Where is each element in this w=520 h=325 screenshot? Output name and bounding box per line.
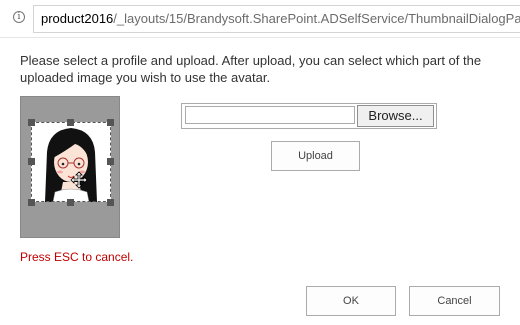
crop-handle-left[interactable] — [28, 158, 35, 165]
crop-handle-bottom-left[interactable] — [28, 199, 35, 206]
address-bar: i product2016/_layouts/15/Brandysoft.Sha… — [0, 0, 520, 38]
file-input[interactable]: Browse... — [181, 103, 437, 129]
upload-button[interactable]: Upload — [271, 141, 360, 171]
crop-handle-top-left[interactable] — [28, 119, 35, 126]
crop-handle-bottom-right[interactable] — [107, 199, 114, 206]
url-host: product2016 — [41, 11, 114, 26]
instructions-text: Please select a profile and upload. Afte… — [20, 53, 482, 85]
url-text: product2016/_layouts/15/Brandysoft.Share… — [41, 12, 520, 26]
crop-handle-bottom[interactable] — [67, 199, 74, 206]
ok-button[interactable]: OK — [306, 286, 396, 316]
info-icon[interactable]: i — [13, 11, 25, 23]
escape-hint: Press ESC to cancel. — [20, 250, 134, 264]
crop-handle-top-right[interactable] — [107, 119, 114, 126]
crop-handle-right[interactable] — [107, 158, 114, 165]
url-field[interactable]: product2016/_layouts/15/Brandysoft.Share… — [33, 5, 520, 33]
file-path-field[interactable] — [185, 106, 355, 124]
move-cursor-icon — [70, 171, 88, 189]
browse-button[interactable]: Browse... — [357, 105, 434, 127]
crop-frame[interactable] — [31, 122, 111, 202]
cancel-button[interactable]: Cancel — [409, 286, 500, 316]
crop-handle-top[interactable] — [67, 119, 74, 126]
url-path: /_layouts/15/Brandysoft.SharePoint.ADSel… — [113, 11, 520, 26]
avatar-preview — [20, 96, 120, 238]
